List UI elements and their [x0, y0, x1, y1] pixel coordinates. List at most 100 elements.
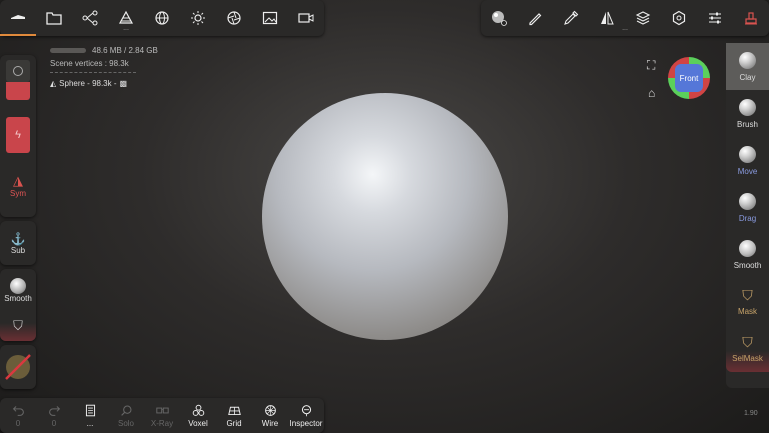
- grid-button[interactable]: Grid: [216, 398, 252, 433]
- symmetry-icon: [601, 11, 614, 25]
- gear-icon: [672, 10, 686, 26]
- settings-button[interactable]: [661, 0, 697, 36]
- radius-slider[interactable]: [6, 60, 30, 82]
- divider: [50, 72, 136, 73]
- undo-button[interactable]: 0: [0, 398, 36, 433]
- tool-clay[interactable]: Clay: [726, 43, 769, 90]
- sphere-mesh[interactable]: [262, 93, 508, 340]
- grid-icon: [227, 406, 241, 415]
- material-icon: [492, 11, 507, 26]
- left-stroke-panel: ϟ ◮ Sym: [0, 55, 36, 217]
- tool-move[interactable]: Move: [726, 137, 769, 184]
- wire-label: Wire: [261, 418, 279, 428]
- glasses-icon: [155, 407, 169, 413]
- fullscreen-icon[interactable]: ⛶: [647, 58, 655, 73]
- record-button[interactable]: [288, 0, 324, 36]
- lighting-button[interactable]: [180, 0, 216, 36]
- paint-button[interactable]: ...: [517, 0, 628, 36]
- radius-value-bar[interactable]: [6, 82, 30, 100]
- stamp-button[interactable]: [733, 0, 769, 36]
- gizmo-front-face[interactable]: Front: [675, 64, 703, 92]
- intensity-control[interactable]: ϟ: [0, 105, 36, 165]
- scene-info: 48.6 MB / 2.84 GB Scene vertices : 98.3k…: [50, 44, 158, 90]
- mask-shortcut-button[interactable]: ⛉: [0, 311, 36, 341]
- sym-label: Sym: [10, 188, 26, 198]
- shield-icon: ⛉: [742, 287, 753, 303]
- matcap-button[interactable]: [0, 345, 36, 389]
- wire-icon: [264, 404, 276, 416]
- top-left-toolbar: ...: [0, 0, 324, 36]
- tool-brush[interactable]: Brush: [726, 90, 769, 137]
- object-row[interactable]: ◭ Sphere - 98.3k - ▩: [50, 77, 158, 90]
- tool-label: Mask: [737, 307, 758, 316]
- stack-icon: [118, 10, 134, 24]
- radius-control[interactable]: [0, 55, 36, 105]
- layers-icon: [635, 11, 651, 25]
- material-button[interactable]: [481, 0, 517, 36]
- video-camera-icon: [298, 13, 314, 23]
- intensity-slider[interactable]: ϟ: [6, 117, 30, 153]
- top-right-toolbar: ...: [481, 0, 769, 36]
- folder-icon: [46, 12, 62, 25]
- tool-smooth[interactable]: Smooth: [726, 231, 769, 278]
- sliders-icon: [709, 12, 721, 24]
- left-smooth-panel: Smooth ⛉: [0, 269, 36, 341]
- view-cube-gizmo[interactable]: Front: [668, 57, 710, 99]
- more-dots: ...: [622, 25, 628, 32]
- undo-count: 0: [15, 418, 21, 428]
- anchor-icon: ⚓: [10, 231, 26, 246]
- sun-icon: [191, 11, 205, 25]
- sub-button[interactable]: ⚓ Sub: [0, 221, 36, 265]
- camera-settings-button[interactable]: [216, 0, 252, 36]
- symmetry-toggle[interactable]: ◮ Sym: [0, 165, 36, 205]
- topology-button[interactable]: ...: [108, 0, 144, 36]
- eyedropper-icon: [564, 10, 579, 25]
- voxel-button[interactable]: Voxel: [180, 398, 216, 433]
- scene-button[interactable]: [72, 0, 108, 36]
- move-ball-icon: [739, 145, 756, 163]
- xray-button[interactable]: X-Ray: [144, 398, 180, 433]
- menu-button[interactable]: [0, 0, 36, 36]
- background-button[interactable]: [144, 0, 180, 36]
- lightning-icon: ϟ: [15, 129, 21, 141]
- smooth-ball-icon: [10, 277, 26, 294]
- tool-label: Brush: [737, 119, 758, 129]
- redo-button[interactable]: 0: [36, 398, 72, 433]
- solo-button[interactable]: Solo: [108, 398, 144, 433]
- redo-count: 0: [51, 418, 57, 428]
- tool-mask[interactable]: ⛉ Mask: [726, 278, 769, 325]
- left-sub-panel: ⚓ Sub: [0, 221, 36, 265]
- aperture-icon: [227, 11, 241, 25]
- symmetry-button[interactable]: [589, 0, 625, 36]
- picker-button[interactable]: [553, 0, 589, 36]
- memory-row: 48.6 MB / 2.84 GB: [50, 44, 158, 57]
- symmetry-triangle-icon: ◮: [13, 172, 23, 188]
- tool-selmask[interactable]: ⛉ SelMask: [726, 325, 769, 372]
- mesh-icon: ◭: [50, 79, 57, 88]
- wire-button[interactable]: Wire: [252, 398, 288, 433]
- files-button[interactable]: [36, 0, 72, 36]
- layers-button[interactable]: [625, 0, 661, 36]
- drag-ball-icon: [739, 192, 756, 210]
- version-label: 1.90: [744, 410, 758, 417]
- history-label: ...: [86, 418, 94, 428]
- inspector-button[interactable]: Inspector: [288, 398, 324, 433]
- smooth-ball-icon: [739, 239, 756, 257]
- clay-ball-icon: [739, 51, 756, 69]
- object-text: Sphere - 98.3k -: [59, 79, 117, 88]
- radius-dot: [13, 66, 23, 76]
- shield-icon: ⛉: [13, 318, 23, 333]
- pen-icon: [529, 13, 542, 26]
- history-button[interactable]: ...: [72, 398, 108, 433]
- more-dots: ...: [123, 25, 129, 32]
- stamp-icon: [745, 12, 757, 25]
- tool-drag[interactable]: Drag: [726, 184, 769, 231]
- smooth-shortcut-button[interactable]: Smooth: [0, 269, 36, 311]
- menu-icon: [11, 15, 25, 19]
- search-icon: [120, 405, 131, 416]
- file-icon: [85, 404, 95, 416]
- render-button[interactable]: [252, 0, 288, 36]
- home-icon[interactable]: ⌂: [648, 86, 655, 100]
- tool-settings-button[interactable]: [697, 0, 733, 36]
- checker-icon: ▩: [119, 79, 128, 88]
